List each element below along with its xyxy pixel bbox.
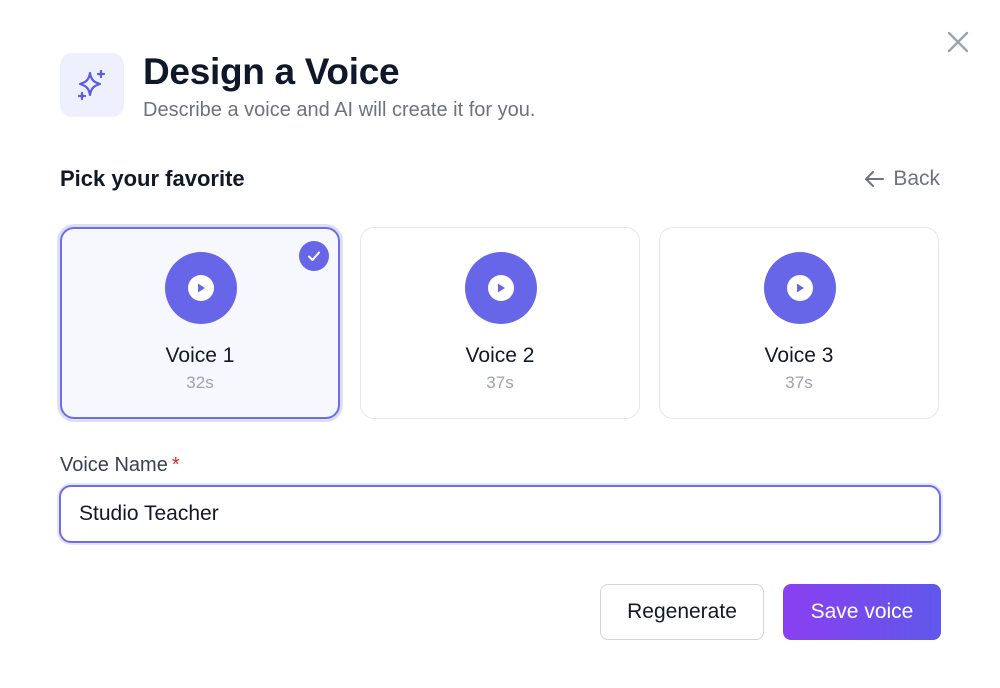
save-voice-button[interactable]: Save voice [783, 584, 941, 640]
pick-favorite-heading: Pick your favorite [60, 166, 245, 191]
arrow-left-icon [865, 171, 885, 187]
play-button[interactable] [465, 252, 537, 324]
header-icon-container [60, 53, 124, 117]
voice-name: Voice 1 [165, 344, 235, 367]
play-icon [498, 283, 505, 293]
voice-name-input[interactable] [59, 485, 941, 543]
play-icon [797, 283, 804, 293]
required-marker: * [171, 454, 180, 476]
play-button[interactable] [764, 252, 836, 324]
play-button[interactable] [165, 252, 237, 324]
dialog-subtitle: Describe a voice and AI will create it f… [143, 99, 536, 121]
voice-duration: 37s [785, 373, 813, 392]
voice-duration: 32s [186, 373, 214, 392]
close-icon [947, 31, 969, 53]
voice-card-3[interactable]: Voice 3 37s [659, 227, 939, 419]
voice-card-1[interactable]: Voice 1 32s [60, 227, 340, 419]
close-button[interactable] [942, 26, 974, 58]
play-icon [198, 283, 205, 293]
selected-check-badge [299, 241, 329, 271]
voice-card-2[interactable]: Voice 2 37s [360, 227, 640, 419]
back-button-label: Back [893, 167, 940, 190]
back-button[interactable]: Back [863, 165, 940, 193]
voice-duration: 37s [486, 373, 514, 392]
dialog-title: Design a Voice [143, 51, 400, 92]
voice-name: Voice 2 [465, 344, 535, 367]
check-icon [308, 251, 320, 261]
sparkles-icon [77, 69, 106, 101]
regenerate-button[interactable]: Regenerate [600, 584, 764, 640]
design-voice-dialog: Design a Voice Describe a voice and AI w… [0, 0, 1000, 688]
voice-name-label: Voice Name * [60, 452, 180, 478]
voice-name: Voice 3 [764, 344, 834, 367]
voice-name-label-text: Voice Name [60, 454, 168, 476]
